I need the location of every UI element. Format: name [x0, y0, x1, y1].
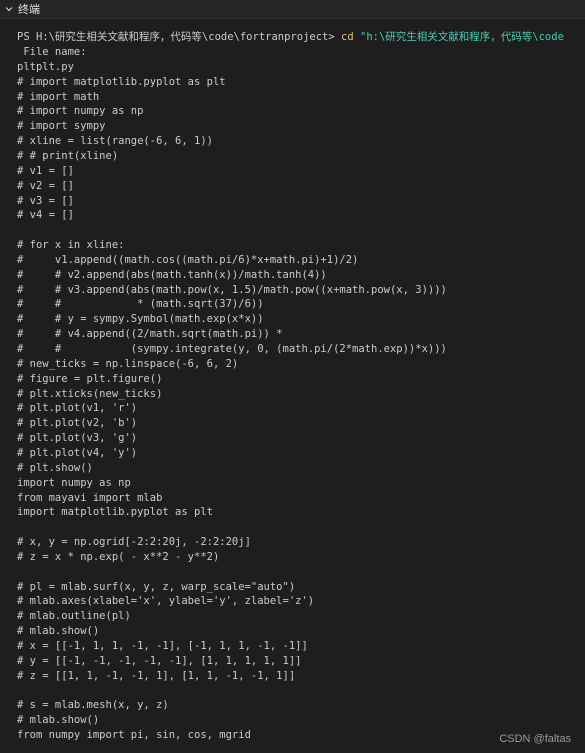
terminal-output[interactable]: PS H:\研究生相关文献和程序，代码等\code\fortranproject… — [0, 28, 585, 753]
watermark: CSDN @faltas — [499, 733, 571, 745]
terminal-line: # z = [[1, 1, -1, -1, 1], [1, 1, -1, -1,… — [17, 669, 296, 682]
terminal-line: # v1 = [] — [17, 164, 74, 177]
panel-title: 终端 — [18, 4, 40, 16]
terminal-line: # pl = mlab.surf(x, y, z, warp_scale="au… — [17, 580, 296, 593]
prompt-path: PS H:\研究生相关文献和程序，代码等\code\fortranproject… — [17, 31, 342, 43]
terminal-line: # v1.append((math.cos((math.pi/6)*x+math… — [17, 253, 359, 266]
terminal-line: # # y = sympy.Symbol(math.exp(x*x)) — [17, 313, 264, 326]
terminal-line: import numpy as np — [17, 476, 131, 489]
terminal-line: # import math — [17, 90, 100, 103]
terminal-prompt-line: PS H:\研究生相关文献和程序，代码等\code\fortranproject… — [17, 30, 564, 45]
terminal-line: from mayavi import mlab — [17, 491, 163, 504]
terminal-line: # # v4.append((2/math.sqrt(math.pi)) * — [17, 328, 283, 341]
terminal-line: import matplotlib.pyplot as plt — [17, 506, 213, 519]
terminal-line: # plt.plot(v3, 'g') — [17, 432, 138, 445]
prompt-command: cd — [341, 31, 354, 43]
terminal-line: # x = [[-1, 1, 1, -1, -1], [-1, 1, 1, -1… — [17, 640, 308, 652]
terminal-line: # # print(xline) — [17, 149, 119, 162]
terminal-line: # import matplotlib.pyplot as plt — [17, 75, 226, 88]
terminal-line: # import sympy — [17, 120, 106, 133]
terminal-line: # mlab.axes(xlabel='x', ylabel='y', zlab… — [17, 595, 315, 608]
terminal-line: # # * (math.sqrt(37)/6)) — [17, 298, 264, 311]
terminal-line: # new_ticks = np.linspace(-6, 6, 2) — [17, 357, 239, 370]
terminal-line: # xline = list(range(-6, 6, 1)) — [17, 135, 213, 148]
terminal-line: # mlab.show() — [17, 625, 100, 638]
terminal-line: # import numpy as np — [17, 105, 144, 118]
chevron-down-icon[interactable] — [4, 4, 14, 14]
terminal-line: # for x in xline: — [17, 239, 125, 252]
terminal-line: # v4 = [] — [17, 209, 74, 222]
terminal-line: # y = [[-1, -1, -1, -1, -1], [1, 1, 1, 1… — [17, 654, 302, 667]
terminal-line: # # v3.append(abs(math.pow(x, 1.5)/math.… — [17, 283, 447, 296]
terminal-line: # figure = plt.figure() — [17, 372, 163, 385]
terminal-line: # plt.plot(v1, 'r') — [17, 402, 138, 415]
terminal-line: # x, y = np.ogrid[-2:2:20j, -2:2:20j] — [17, 536, 251, 549]
terminal-line: File name: — [17, 46, 87, 58]
terminal-line: # z = x * np.exp( - x**2 - y**2) — [17, 550, 220, 563]
terminal-line: # # (sympy.integrate(y, 0, (math.pi/(2*m… — [17, 343, 447, 355]
terminal-line: # plt.plot(v4, 'y') — [17, 446, 138, 459]
terminal-line: # plt.show() — [17, 461, 93, 474]
terminal-line: # plt.xticks(new_ticks) — [17, 387, 163, 400]
terminal-line: # mlab.show() — [17, 714, 100, 727]
terminal-line: # s = mlab.mesh(x, y, z) — [17, 699, 169, 712]
terminal-line: # # v2.append(abs(math.tanh(x))/math.tan… — [17, 268, 327, 281]
terminal-line: from numpy import pi, sin, cos, mgrid — [17, 729, 251, 742]
terminal-line: # v2 = [] — [17, 179, 74, 192]
terminal-line: # mlab.outline(pl) — [17, 610, 131, 623]
prompt-argument: "h:\研究生相关文献和程序，代码等\code — [353, 31, 564, 43]
terminal-panel-header[interactable]: 终端 — [0, 0, 585, 19]
terminal-line: # plt.plot(v2, 'b') — [17, 417, 138, 430]
terminal-line: pltplt.py — [17, 60, 74, 73]
terminal-line: # v3 = [] — [17, 194, 74, 207]
